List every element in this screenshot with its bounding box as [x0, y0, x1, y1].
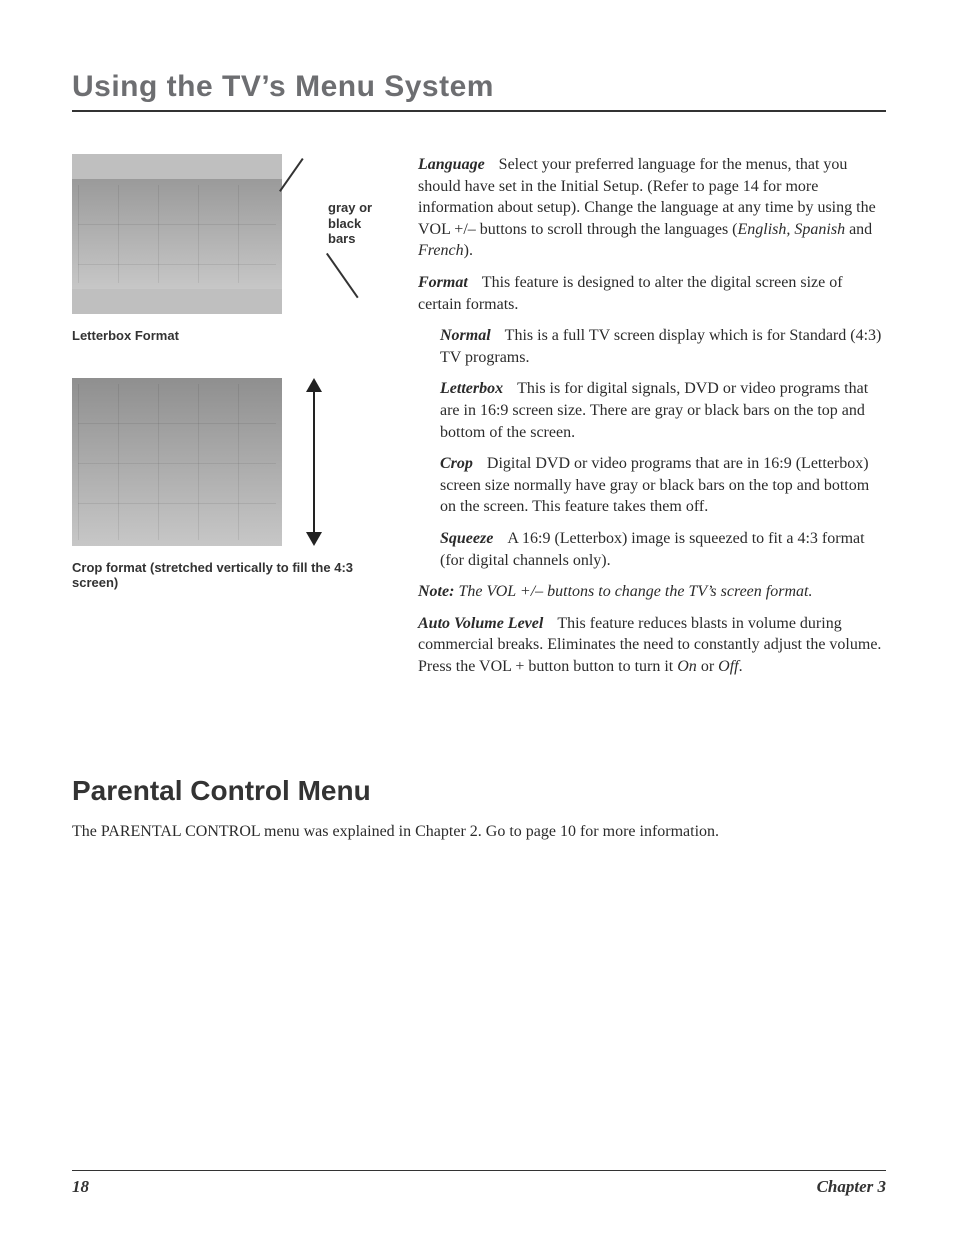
- auto-or: or: [697, 658, 718, 675]
- parental-control-text: The PARENTAL CONTROL menu was explained …: [72, 821, 886, 843]
- page-footer: 18 Chapter 3: [72, 1170, 886, 1197]
- chapter-label: Chapter 3: [817, 1177, 886, 1197]
- auto-term: Auto Volume Level: [418, 615, 543, 632]
- language-and: and: [845, 221, 872, 238]
- letterbox-caption: Letterbox Format: [72, 328, 378, 344]
- crop-image-placeholder: [72, 378, 282, 546]
- auto-on: On: [677, 658, 697, 675]
- language-french: French: [418, 242, 464, 259]
- figures-column: gray or black bars Letterbox Format Crop…: [72, 154, 378, 687]
- body-text-column: LanguageSelect your preferred language f…: [418, 154, 886, 687]
- squeeze-paragraph: SqueezeA 16:9 (Letterbox) image is squee…: [440, 528, 886, 571]
- crop-text: Digital DVD or video programs that are i…: [440, 455, 869, 515]
- note-text: The VOL +/– buttons to change the TV’s s…: [454, 583, 812, 600]
- letterbox-image-placeholder: [72, 154, 282, 314]
- callout-lines: gray or black bars: [292, 154, 378, 314]
- letterbox-paragraph: LetterboxThis is for digital signals, DV…: [440, 378, 886, 443]
- note-label: Note:: [418, 583, 454, 600]
- vertical-stretch-arrow-icon: [300, 378, 328, 546]
- crop-paragraph: CropDigital DVD or video programs that a…: [440, 453, 886, 518]
- two-column-layout: gray or black bars Letterbox Format Crop…: [72, 154, 886, 687]
- parental-control-heading: Parental Control Menu: [72, 775, 886, 807]
- normal-term: Normal: [440, 327, 491, 344]
- language-close: ).: [464, 242, 473, 259]
- squeeze-text: A 16:9 (Letterbox) image is squeezed to …: [440, 530, 865, 569]
- page-number: 18: [72, 1177, 89, 1197]
- callout-label: gray or black bars: [328, 200, 382, 247]
- language-langs: English, Spanish: [738, 221, 846, 238]
- auto-volume-paragraph: Auto Volume LevelThis feature reduces bl…: [418, 613, 886, 678]
- format-text: This feature is designed to alter the di…: [418, 274, 843, 313]
- language-term: Language: [418, 156, 485, 173]
- format-paragraph: FormatThis feature is designed to alter …: [418, 272, 886, 315]
- normal-text: This is a full TV screen display which i…: [440, 327, 881, 366]
- auto-off: Off: [718, 658, 738, 675]
- letterbox-term: Letterbox: [440, 380, 503, 397]
- format-term: Format: [418, 274, 468, 291]
- crop-term: Crop: [440, 455, 473, 472]
- crop-caption: Crop format (stretched vertically to fil…: [72, 560, 378, 591]
- language-paragraph: LanguageSelect your preferred language f…: [418, 154, 886, 262]
- note-paragraph: Note: The VOL +/– buttons to change the …: [418, 581, 886, 603]
- page-title: Using the TV’s Menu System: [72, 70, 886, 112]
- squeeze-term: Squeeze: [440, 530, 493, 547]
- crop-figure: Crop format (stretched vertically to fil…: [72, 378, 378, 591]
- letterbox-text: This is for digital signals, DVD or vide…: [440, 380, 868, 440]
- normal-paragraph: NormalThis is a full TV screen display w…: [440, 325, 886, 368]
- auto-period: .: [739, 658, 743, 675]
- letterbox-figure: gray or black bars Letterbox Format: [72, 154, 378, 344]
